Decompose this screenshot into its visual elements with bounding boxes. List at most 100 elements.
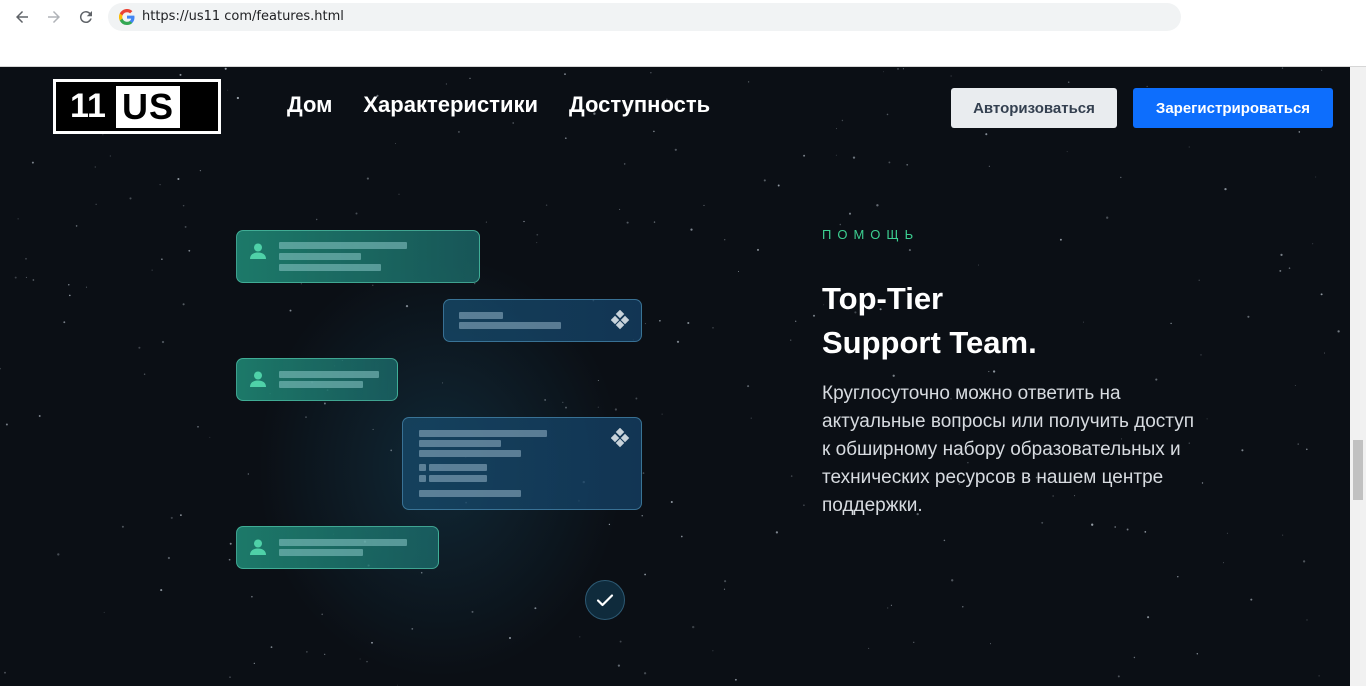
star xyxy=(177,177,180,181)
google-icon xyxy=(119,9,135,25)
star xyxy=(474,283,476,285)
star xyxy=(85,286,88,288)
star xyxy=(323,402,326,405)
star xyxy=(457,130,460,133)
star xyxy=(1147,616,1150,619)
star xyxy=(886,113,889,116)
nav-home[interactable]: Дом xyxy=(287,92,332,118)
star xyxy=(103,611,105,613)
star xyxy=(167,556,171,560)
star xyxy=(32,279,35,281)
site-logo[interactable]: 11 US xyxy=(53,79,221,134)
star xyxy=(151,269,153,271)
star xyxy=(687,321,690,325)
star xyxy=(411,628,414,630)
star xyxy=(1041,521,1044,524)
star xyxy=(4,671,6,674)
star xyxy=(1083,321,1084,323)
star xyxy=(890,604,892,606)
nav-features[interactable]: Характеристики xyxy=(363,92,538,118)
star xyxy=(619,208,621,210)
support-logo-icon xyxy=(611,428,630,448)
star xyxy=(674,148,677,151)
star xyxy=(75,225,78,227)
star xyxy=(1302,560,1306,563)
star xyxy=(197,425,199,428)
star xyxy=(94,166,96,168)
star xyxy=(445,83,447,85)
back-button[interactable] xyxy=(11,6,33,28)
star xyxy=(597,380,599,381)
star xyxy=(676,340,680,343)
star xyxy=(756,248,760,251)
star xyxy=(712,650,714,652)
address-bar[interactable]: https://us11 com/features.html xyxy=(108,3,1181,31)
section-title: Top-Tier Support Team. xyxy=(822,277,1037,365)
text-line xyxy=(279,253,361,260)
star xyxy=(1297,443,1299,445)
star xyxy=(536,233,539,236)
signup-button[interactable]: Зарегистрироваться xyxy=(1133,88,1333,128)
star xyxy=(68,284,70,286)
star xyxy=(184,225,187,228)
star xyxy=(623,163,626,165)
text-line xyxy=(459,312,503,319)
starfield-background xyxy=(0,67,1340,686)
star xyxy=(509,637,511,639)
star xyxy=(734,678,737,681)
star xyxy=(300,283,302,285)
star xyxy=(803,504,805,507)
star xyxy=(485,221,487,223)
star xyxy=(579,636,581,638)
forward-button[interactable] xyxy=(43,6,65,28)
star xyxy=(661,413,663,415)
star xyxy=(471,610,474,613)
reload-button[interactable] xyxy=(75,6,97,28)
star xyxy=(14,276,17,279)
star xyxy=(109,155,111,157)
star xyxy=(897,68,899,70)
checkmark-badge xyxy=(585,580,625,620)
star xyxy=(812,314,816,317)
star xyxy=(31,161,34,164)
star xyxy=(1306,448,1308,451)
page-scrollbar[interactable] xyxy=(1350,67,1366,686)
star xyxy=(750,417,752,419)
star xyxy=(180,514,182,516)
star xyxy=(876,204,879,207)
check-icon xyxy=(596,594,614,607)
star xyxy=(121,525,124,528)
star xyxy=(839,223,842,226)
star xyxy=(1312,243,1314,245)
text-line xyxy=(419,450,521,457)
logo-letters: US xyxy=(115,85,180,128)
star xyxy=(680,535,683,538)
login-button[interactable]: Авторизоваться xyxy=(951,88,1117,128)
star xyxy=(803,154,806,157)
star xyxy=(405,304,409,308)
star xyxy=(1250,598,1253,601)
star xyxy=(229,542,232,545)
star xyxy=(641,515,643,517)
star xyxy=(1294,384,1296,386)
star xyxy=(324,653,326,655)
star xyxy=(747,385,750,388)
nav-availability[interactable]: Доступность xyxy=(569,92,710,118)
star xyxy=(1067,81,1070,83)
scrollbar-thumb[interactable] xyxy=(1353,440,1363,500)
star xyxy=(763,179,766,182)
star xyxy=(209,436,211,438)
star xyxy=(950,75,952,77)
text-line xyxy=(279,371,379,378)
star xyxy=(1306,619,1308,621)
user-icon xyxy=(250,243,266,259)
star xyxy=(723,588,726,590)
text-line xyxy=(279,549,363,556)
arrow-right-icon xyxy=(48,11,60,23)
star xyxy=(992,370,996,373)
star xyxy=(790,475,793,477)
star xyxy=(614,408,618,411)
star xyxy=(1198,279,1200,281)
star xyxy=(160,589,163,592)
logo-number: 11 xyxy=(70,87,106,125)
